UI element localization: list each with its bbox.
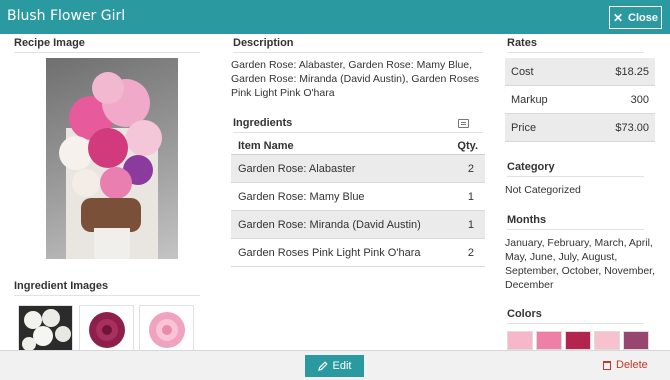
- x-icon: ✕: [612, 10, 624, 25]
- rate-value: 300: [630, 93, 649, 106]
- table-row: Garden Roses Pink Light Pink O'hara 2: [231, 239, 485, 267]
- close-label: Close: [628, 11, 659, 24]
- table-row: Garden Rose: Mamy Blue 1: [231, 183, 485, 211]
- colors-heading: Colors: [507, 308, 644, 324]
- table-row: Garden Rose: Miranda (David Austin) 1: [231, 211, 485, 239]
- pencil-icon: [317, 361, 328, 371]
- rates-table: Cost $18.25 Markup 300 Price $73.00: [505, 58, 655, 142]
- edit-label: Edit: [332, 360, 352, 372]
- rates-heading: Rates: [507, 37, 644, 53]
- ingredient-qty: 1: [467, 190, 474, 203]
- delete-button[interactable]: Delete: [603, 359, 648, 371]
- ingredients-heading: Ingredients: [233, 117, 483, 133]
- column-header-qty: Qty.: [457, 140, 478, 152]
- rate-value: $73.00: [615, 121, 649, 134]
- table-header: Item Name Qty.: [231, 140, 485, 155]
- color-swatches: [507, 331, 649, 350]
- ingredient-name: Garden Rose: Miranda (David Austin): [238, 218, 421, 231]
- category-heading: Category: [507, 161, 644, 177]
- ingredient-name: Garden Rose: Mamy Blue: [238, 190, 365, 203]
- recipe-image-heading: Recipe Image: [14, 37, 200, 53]
- rate-label: Price: [511, 121, 537, 134]
- color-swatch: [507, 331, 533, 350]
- ingredient-qty: 2: [467, 162, 474, 175]
- ingredient-images-heading: Ingredient Images: [14, 280, 200, 296]
- rate-row-price: Price $73.00: [505, 114, 655, 142]
- ingredient-qty: 2: [467, 246, 474, 259]
- ingredients-table: Item Name Qty. Garden Rose: Alabaster 2 …: [231, 140, 485, 267]
- window-title: Blush Flower Girl: [7, 8, 126, 24]
- ingredient-qty: 1: [467, 218, 474, 231]
- color-swatch: [594, 331, 620, 350]
- color-swatch: [536, 331, 562, 350]
- close-button[interactable]: ✕ Close: [609, 6, 662, 29]
- rate-label: Cost: [511, 65, 534, 78]
- column-header-item-name: Item Name: [238, 140, 294, 152]
- list-icon[interactable]: [458, 119, 469, 128]
- months-heading: Months: [507, 214, 644, 230]
- category-value: Not Categorized: [505, 184, 581, 196]
- recipe-image: [46, 58, 178, 259]
- rate-row-cost: Cost $18.25: [505, 58, 655, 86]
- table-row: Garden Rose: Alabaster 2: [231, 155, 485, 183]
- edit-button[interactable]: Edit: [305, 355, 364, 377]
- delete-label: Delete: [616, 359, 648, 371]
- description-text: Garden Rose: Alabaster, Garden Rose: Mam…: [231, 59, 480, 99]
- months-value: January, February, March, April, May, Ju…: [505, 237, 655, 291]
- ingredient-name: Garden Roses Pink Light Pink O'hara: [238, 246, 421, 259]
- title-bar: Blush Flower Girl ✕ Close: [0, 0, 670, 34]
- rate-row-markup: Markup 300: [505, 86, 655, 114]
- description-heading: Description: [233, 37, 483, 53]
- ingredient-thumbnail[interactable]: [139, 305, 194, 353]
- rate-value: $18.25: [615, 65, 649, 78]
- ingredient-thumbnail[interactable]: [18, 305, 73, 353]
- ingredient-name: Garden Rose: Alabaster: [238, 162, 356, 175]
- rate-label: Markup: [511, 93, 548, 106]
- color-swatch: [623, 331, 649, 350]
- color-swatch: [565, 331, 591, 350]
- trash-icon: [603, 360, 611, 370]
- ingredient-thumbnail[interactable]: [79, 305, 134, 353]
